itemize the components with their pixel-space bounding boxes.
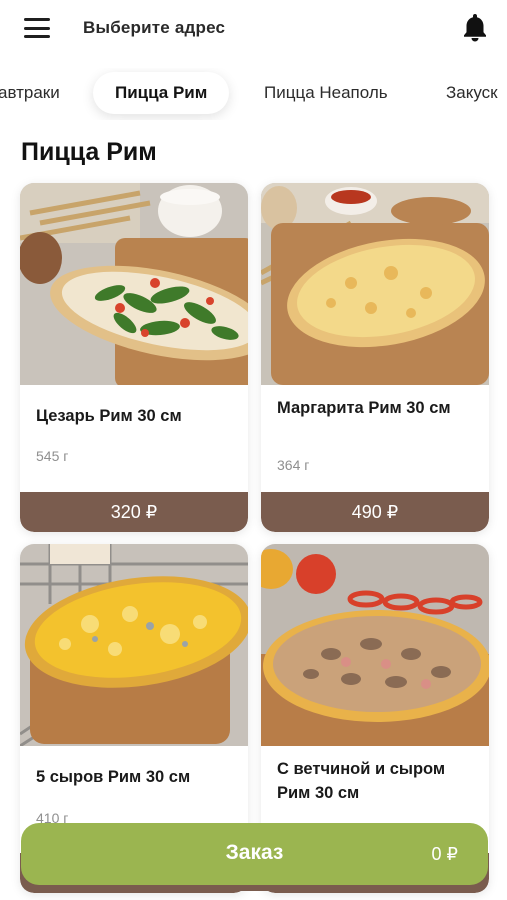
product-image xyxy=(20,544,248,746)
order-button[interactable]: Заказ 0 ₽ xyxy=(21,823,488,885)
tab-pizza-neapol[interactable]: Пицца Неаполь xyxy=(264,72,388,114)
price-button[interactable]: 490 ₽ xyxy=(261,492,489,532)
product-name: С ветчиной и сыром Рим 30 см xyxy=(277,760,446,802)
category-tabs: автраки Пицца Рим Пицца Неаполь Закуск xyxy=(0,68,507,120)
product-image xyxy=(261,544,489,746)
product-weight: 364 г xyxy=(277,457,310,473)
product-name: Маргарита Рим 30 см xyxy=(277,399,451,417)
product-weight: 545 г xyxy=(36,448,69,464)
hamburger-menu-icon[interactable] xyxy=(24,18,50,38)
price-button[interactable]: 320 ₽ xyxy=(20,492,248,532)
product-card[interactable]: Цезарь Рим 30 см 545 г 320 ₽ xyxy=(20,183,248,532)
order-label: Заказ xyxy=(225,841,284,864)
product-image xyxy=(261,183,489,385)
tab-breakfast[interactable]: автраки xyxy=(0,72,60,114)
product-card[interactable]: Маргарита Рим 30 см 364 г 490 ₽ xyxy=(261,183,489,532)
order-total: 0 ₽ xyxy=(431,844,458,864)
product-image xyxy=(20,183,248,385)
top-bar: Выберите адрес xyxy=(0,0,507,58)
product-name: 5 сыров Рим 30 см xyxy=(36,768,191,786)
section-title: Пицца Рим xyxy=(21,138,157,166)
address-selector[interactable]: Выберите адрес xyxy=(83,18,225,38)
product-name: Цезарь Рим 30 см xyxy=(36,407,182,425)
tab-pizza-rim[interactable]: Пицца Рим xyxy=(93,72,230,114)
tab-snacks[interactable]: Закуск xyxy=(446,72,498,114)
bell-icon[interactable] xyxy=(461,12,489,42)
